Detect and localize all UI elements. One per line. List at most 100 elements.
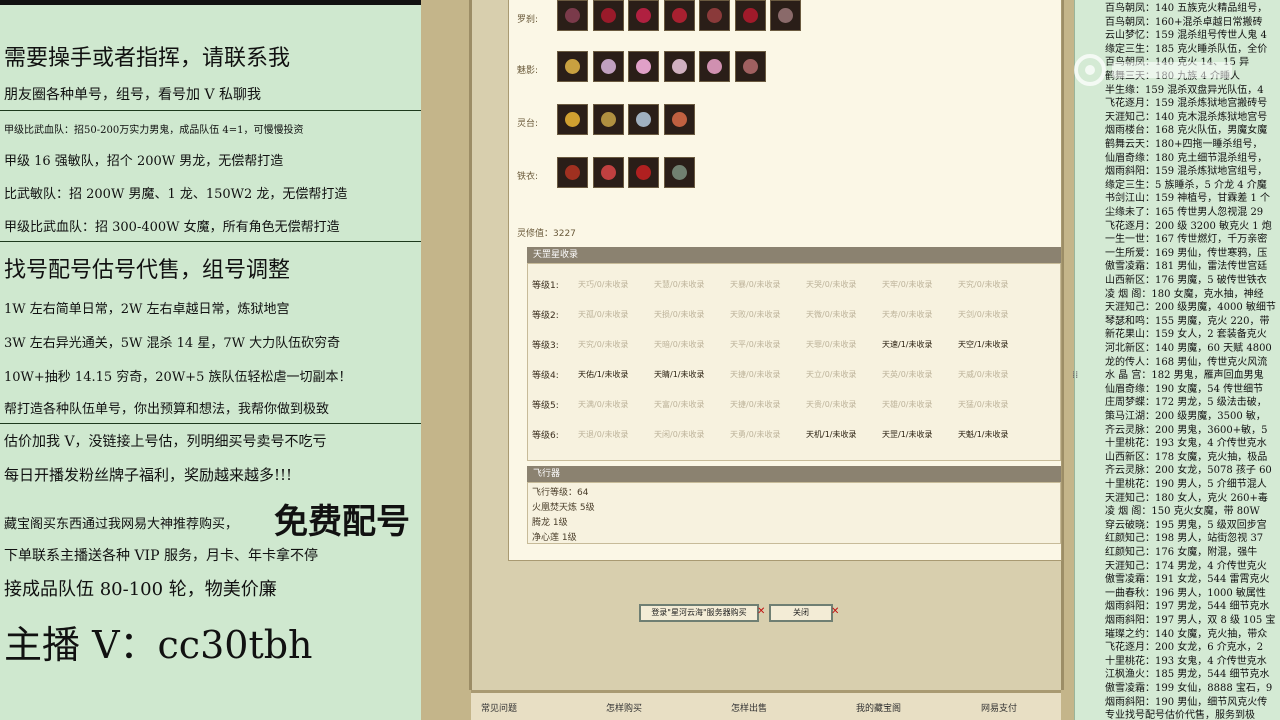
equip-item-icon[interactable]	[592, 51, 624, 82]
listing-line: 河北新区：140 男魔，60 天赋 4800	[1105, 343, 1272, 354]
footer-link[interactable]: 我的藏宝阁	[856, 701, 901, 714]
equip-item-icon[interactable]	[663, 0, 695, 31]
tiangang-star-cell: 天暗/0/未收录	[654, 340, 705, 349]
listing-line: 烟雨楼台：168 克火队伍，男魔女魔	[1105, 125, 1268, 137]
divider	[0, 423, 421, 424]
top-black-bar	[0, 0, 421, 5]
equip-item-icon[interactable]	[699, 51, 730, 82]
tiangang-level-label: 等级6:	[532, 431, 559, 441]
equip-item-icon[interactable]	[628, 0, 659, 31]
tiangang-star-cell: 天空/1/未收录	[958, 340, 1009, 349]
tiangang-star-cell: 天立/0/未收录	[806, 370, 857, 379]
tiangang-star-cell: 天慧/0/未收录	[654, 280, 705, 289]
listing-line: 百鸟朝凤：160+混杀卓越日常搬砖	[1105, 16, 1263, 28]
ad-line: 比武敏队：招 200W 男魔、1 龙、150W2 龙，无偿帮打造	[4, 187, 348, 202]
tiangang-box: 等级1: 天巧/0/未收录 天慧/0/未收录 天暴/0/未收录 天哭/0/未收录 天牢/0…	[527, 263, 1061, 461]
tiangang-star-cell: 天败/0/未收录	[730, 310, 781, 319]
tiangang-star-cell: 天退/0/未收录	[578, 430, 629, 439]
equip-item-icon[interactable]	[557, 51, 588, 82]
listing-line: 飞花逐月：159 混杀炼狱地宫搬砖号	[1105, 98, 1268, 110]
divider	[0, 241, 421, 242]
feixing-line: 飞行等级：64	[532, 488, 589, 498]
listing-line: 飞花逐月：200 级 3200 敏克火 1 炮	[1105, 220, 1272, 232]
listing-line: 傲雪凌霜：191 女龙，544 雷霄克火	[1105, 574, 1270, 586]
equip-item-icon[interactable]	[592, 0, 624, 31]
equip-item-icon[interactable]	[592, 104, 624, 135]
listing-line: 红颜知己：198 男人，站街忽视 37	[1105, 533, 1264, 545]
close-button[interactable]: 关闭	[769, 604, 833, 622]
listing-line: 一生一世：167 传世燃灯，千万亲密	[1105, 234, 1268, 246]
tiangang-star-cell: 天满/0/未收录	[578, 400, 629, 409]
tiangang-star-cell: 天寿/0/未收录	[882, 310, 933, 319]
close-x-icon: ✕	[831, 606, 840, 617]
ad-line: 10W+抽秒 14.15 穷奇，20W+5 族队伍轻松虐一切副本！	[4, 370, 352, 385]
tiangang-level-label: 等级3:	[532, 341, 559, 351]
listing-line: 凌 烟 阁：180 女魔，克水抽，神经	[1105, 288, 1264, 300]
tiangang-star-cell: 天巧/0/未收录	[578, 280, 629, 289]
ad-line: 3W 左右异光通关，5W 混杀 14 星，7W 大力队伍砍穷奇	[4, 336, 341, 351]
tiangang-star-cell: 天速/1/未收录	[882, 340, 933, 349]
listing-line: 傲雪凌霜：199 女仙，8888 宝石，9	[1105, 683, 1273, 694]
equip-item-icon[interactable]	[628, 104, 659, 135]
equip-item-icon[interactable]	[557, 157, 588, 188]
equip-item-icon[interactable]	[734, 0, 766, 31]
tiangang-star-cell: 天罡/1/未收录	[882, 430, 933, 439]
equip-item-icon[interactable]	[628, 51, 659, 82]
feixing-line: 净心莲 1级	[532, 533, 577, 543]
tiangang-star-cell: 天孤/0/未收录	[578, 310, 629, 319]
equip-item-icon[interactable]	[592, 157, 624, 188]
tiangang-level-label: 等级2:	[532, 311, 559, 321]
tiangang-star-cell: 天牢/0/未收录	[882, 280, 933, 289]
equip-item-icon[interactable]	[699, 0, 730, 31]
equip-item-icon[interactable]	[770, 0, 801, 31]
tiangang-star-cell: 天勇/0/未收录	[730, 430, 781, 439]
listing-line: 百鸟朝凤：140 五族克火精品组号，	[1105, 3, 1268, 14]
ad-line: 朋友圈各种单号，组号，看号加 V 私聊我	[4, 87, 262, 103]
listing-line: 傲雪凌霜：181 男仙，雷法传世宫廷	[1105, 261, 1268, 273]
tiangang-star-cell: 天魁/1/未收录	[958, 430, 1009, 439]
footer-link[interactable]: 怎样购买	[606, 701, 642, 714]
equip-item-icon[interactable]	[663, 104, 695, 135]
tiangang-star-cell: 天捷/0/未收录	[730, 400, 781, 409]
equip-item-icon[interactable]	[628, 157, 659, 188]
listing-line: 策马江湖：200 级男魔，3500 敏，	[1105, 411, 1266, 422]
equip-row-label: 灵台:	[517, 119, 539, 129]
listing-line: 山西新区：178 女魔，克火抽，极品	[1105, 451, 1268, 463]
game-window: 罗刹: 魅影: 灵台: 铁衣: 灵修值：3227 天罡星收录 等级1: 天巧/0/未收录…	[421, 0, 1074, 720]
free-config-label: 免费配号	[274, 502, 410, 542]
listing-line: 烟雨斜阳：197 男人，双 8 级 105 宝	[1105, 615, 1276, 626]
listing-line: 烟雨斜阳：159 混杀炼狱地宫组号，	[1105, 166, 1268, 178]
footer-link[interactable]: 常见问题	[481, 701, 517, 714]
footer-link[interactable]: 怎样出售	[731, 701, 767, 714]
listing-line: 十里桃花：190 男人，5 介细节混人	[1105, 479, 1267, 490]
listing-line: 飞花逐月：200 女龙，6 介克水，2	[1105, 642, 1264, 654]
equip-row-label: 铁衣:	[517, 172, 539, 182]
ad-line: 甲级比武血队：招 300-400W 女魔，所有角色无偿帮打造	[4, 220, 340, 235]
tiangang-star-cell: 天究/0/未收录	[958, 280, 1009, 289]
listing-line: 江枫渔火：185 男龙，544 细节克水	[1105, 669, 1270, 681]
listing-line: 水 晶 宫：182 男鬼，雁声回血男鬼	[1105, 370, 1264, 382]
tiangang-star-cell: 天英/0/未收录	[882, 370, 933, 379]
tiangang-star-cell: 天机/1/未收录	[806, 430, 857, 439]
listing-line: 仙眉奇缘：180 克土细节混杀组号，	[1105, 152, 1268, 164]
ad-line: 接成品队伍 80-100 轮，物美价廉	[4, 579, 277, 600]
tiangang-star-cell: 天罪/0/未收录	[806, 340, 857, 349]
equip-item-icon[interactable]	[663, 51, 695, 82]
footer-link[interactable]: 网易支付	[981, 701, 1017, 714]
equip-item-icon[interactable]	[557, 104, 588, 135]
scroll-grip-icon[interactable]: ⁞⁞	[1072, 370, 1078, 381]
listing-line: 尘缘未了：165 传世男人忽视混 29	[1105, 207, 1264, 218]
watermark-logo	[1074, 54, 1232, 86]
lingyun-value: 灵修值：3227	[517, 229, 576, 239]
tiangang-star-cell: 天剑/0/未收录	[958, 310, 1009, 319]
listing-line: 天涯知己：200 级男魔，4000 敏细节	[1105, 302, 1276, 314]
ad-line: 1W 左右简单日常，2W 左右卓越日常，炼狱地宫	[4, 302, 290, 317]
equip-item-icon[interactable]	[663, 157, 695, 188]
listing-line: 齐云灵脉：200 女龙，5078 孩子 60	[1105, 465, 1272, 477]
login-buy-button[interactable]: 登录"星河云海"服务器购买	[639, 604, 759, 622]
feixing-box: 飞行等级：64 火凰焚天炼 5级 腾龙 1级 净心莲 1级	[527, 482, 1061, 544]
equip-item-icon[interactable]	[734, 51, 766, 82]
tiangang-header: 天罡星收录	[527, 247, 1061, 263]
equip-item-icon[interactable]	[557, 0, 588, 31]
content-area: 罗刹: 魅影: 灵台: 铁衣: 灵修值：3227 天罡星收录 等级1: 天巧/0/未收录…	[508, 0, 1062, 561]
